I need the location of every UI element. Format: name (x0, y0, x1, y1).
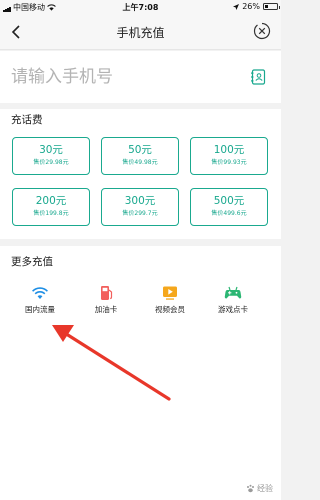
nav-bar: 手机充值 (0, 14, 281, 50)
service-label: 加油卡 (94, 305, 118, 314)
amount-label: 100元 (213, 144, 245, 156)
amount-option-100[interactable]: 100元 售价99.93元 (190, 137, 268, 175)
paw-logo-icon (247, 484, 254, 493)
contacts-icon[interactable] (251, 69, 266, 85)
price-label: 售价199.8元 (33, 210, 69, 217)
amount-option-500[interactable]: 500元 售价499.6元 (190, 188, 268, 226)
price-label: 售价29.98元 (33, 159, 69, 166)
watermark-text: 经验 (257, 484, 273, 493)
service-fuel-card[interactable]: 加油卡 (76, 285, 136, 315)
page-title: 手机充值 (116, 26, 165, 40)
fuel-pump-icon (101, 286, 113, 300)
battery-icon (263, 3, 280, 10)
amount-option-30[interactable]: 30元 售价29.98元 (12, 137, 90, 175)
service-label: 国内流量 (25, 305, 55, 314)
price-label: 售价49.98元 (122, 159, 158, 166)
service-video-membership[interactable]: 视频会员 (140, 285, 200, 315)
price-label: 售价499.6元 (211, 210, 247, 217)
status-bar: 中国移动 上午7:08 26% (0, 0, 281, 14)
video-play-icon (163, 286, 177, 300)
service-label: 视频会员 (155, 305, 185, 314)
gamepad-icon (224, 286, 242, 299)
amount-label: 500元 (213, 195, 245, 207)
price-label: 售价299.7元 (122, 210, 158, 217)
amount-option-200[interactable]: 200元 售价199.8元 (12, 188, 90, 226)
amount-label: 50元 (128, 144, 152, 156)
amount-label: 300元 (124, 195, 156, 207)
battery-percent: 26% (242, 2, 260, 11)
status-right: 26% (233, 2, 280, 11)
service-domestic-data[interactable]: 国内流量 (10, 285, 70, 315)
amount-option-300[interactable]: 300元 售价299.7元 (101, 188, 179, 226)
recharge-section: 充话费 30元 售价29.98元 50元 售价49.98元 100元 售价99.… (0, 109, 281, 239)
amount-label: 30元 (39, 144, 63, 156)
recharge-title: 充话费 (11, 114, 43, 126)
close-icon[interactable] (253, 22, 271, 40)
amount-label: 200元 (35, 195, 67, 207)
wifi-icon (32, 287, 48, 299)
more-recharge-title: 更多充值 (11, 256, 53, 268)
phone-section (0, 51, 281, 103)
service-game-card[interactable]: 游戏点卡 (203, 285, 263, 315)
phone-number-input[interactable] (11, 63, 231, 91)
watermark: 经验 (246, 483, 273, 494)
amount-option-50[interactable]: 50元 售价49.98元 (101, 137, 179, 175)
price-label: 售价99.93元 (211, 159, 247, 166)
service-label: 游戏点卡 (218, 305, 248, 314)
location-icon (233, 3, 240, 10)
